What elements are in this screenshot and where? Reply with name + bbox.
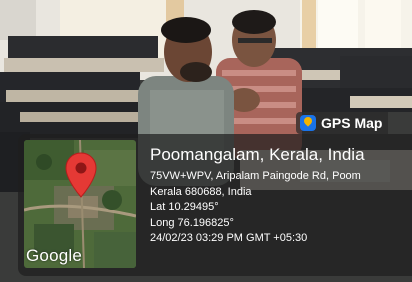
address-line-2: Kerala 680688, India xyxy=(150,185,252,198)
location-title: Poomangalam, Kerala, India xyxy=(150,145,365,164)
google-attribution: Google xyxy=(26,246,83,265)
gps-map-camera-badge: GPS Map xyxy=(296,112,389,134)
app-name: GPS Map xyxy=(321,115,383,131)
longitude: Long 76.196825° xyxy=(150,216,234,229)
gps-map-camera-icon xyxy=(300,115,316,131)
address-line-1: 75VW+WPV, Aripalam Paingode Rd, Poom xyxy=(150,170,361,182)
timestamp: 24/02/23 03:29 PM GMT +05:30 xyxy=(150,232,308,244)
map-pin-icon xyxy=(65,152,97,198)
latitude: Lat 10.29495° xyxy=(150,201,219,213)
location-info: Poomangalam, Kerala, India 75VW+WPV, Ari… xyxy=(150,144,412,247)
